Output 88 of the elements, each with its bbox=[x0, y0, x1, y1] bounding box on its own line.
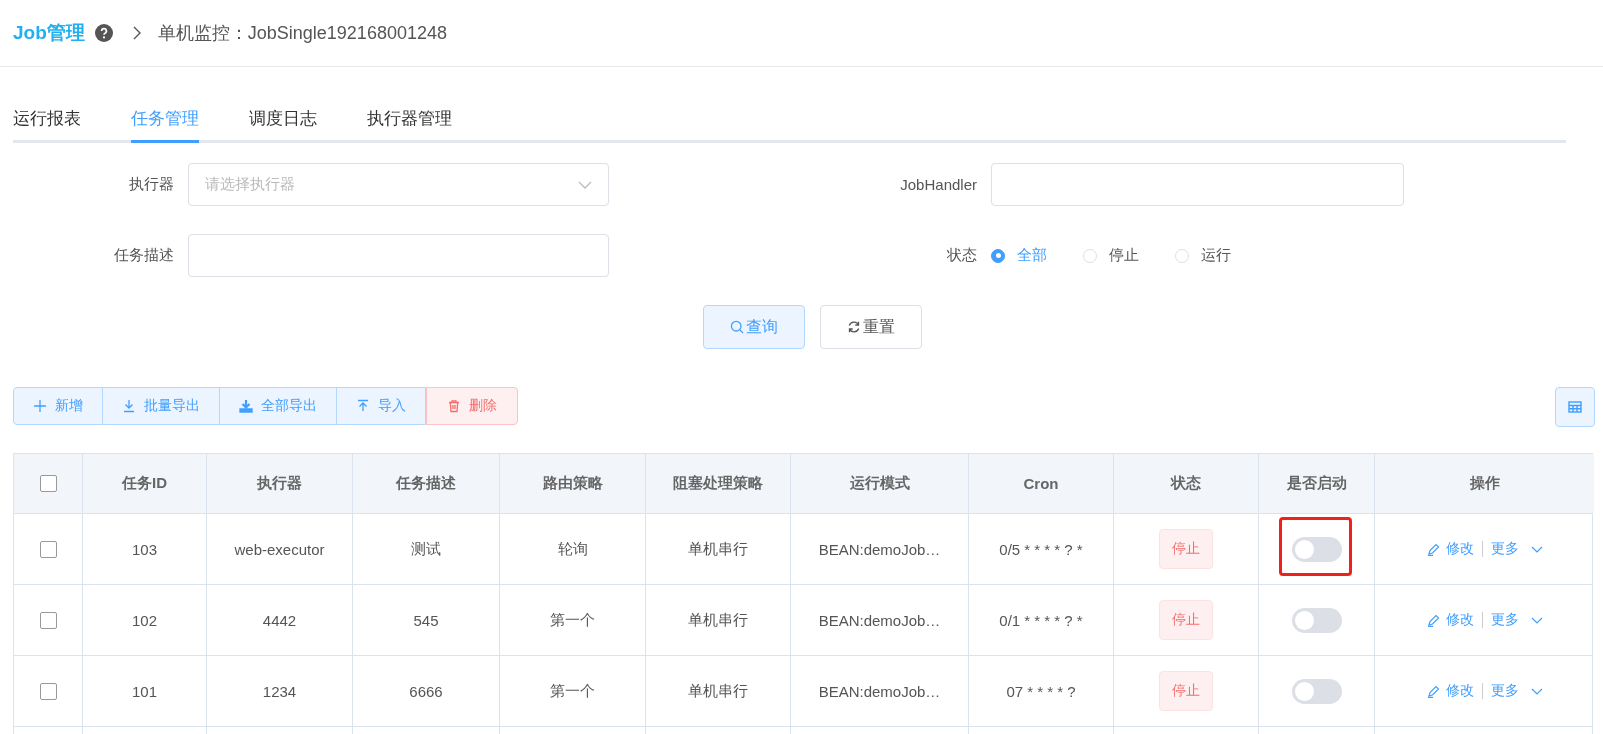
delete-button[interactable]: 删除 bbox=[426, 387, 518, 425]
field-label: 状态 bbox=[946, 246, 978, 265]
radio-option[interactable]: 运行 bbox=[1175, 246, 1231, 265]
toggle-switch[interactable] bbox=[1291, 536, 1342, 562]
table-cell: 0/5 * * * * ? * bbox=[969, 514, 1114, 584]
chevron-down-icon bbox=[1530, 545, 1543, 553]
status-tag: 停止 bbox=[1159, 671, 1213, 711]
column-header: 执行器 bbox=[207, 454, 353, 513]
search-icon bbox=[730, 320, 744, 334]
table-cell: 测试 bbox=[353, 514, 500, 584]
pencil-icon bbox=[1426, 684, 1440, 698]
plus-icon bbox=[33, 399, 47, 413]
table-cell: 轮询 bbox=[500, 514, 646, 584]
pencil-icon bbox=[1426, 613, 1440, 627]
tab[interactable]: 执行器管理 bbox=[367, 101, 452, 143]
table-cell: 102 bbox=[83, 585, 207, 655]
table-cell: 4442 bbox=[207, 585, 353, 655]
table-cell: 单机串行 bbox=[646, 656, 791, 726]
row-checkbox[interactable] bbox=[39, 682, 57, 700]
more-link[interactable]: 更多 bbox=[1490, 540, 1543, 558]
table-cell: 103 bbox=[83, 514, 207, 584]
breadcrumb-current: 单机监控：JobSingle192168001248 bbox=[157, 22, 447, 45]
upload-icon bbox=[356, 399, 370, 413]
chevron-right-icon bbox=[132, 26, 142, 40]
column-header: 任务描述 bbox=[353, 454, 500, 513]
tab[interactable]: 任务管理 bbox=[131, 101, 199, 143]
table-icon bbox=[1568, 401, 1582, 413]
executor-select[interactable]: 请选择执行器 bbox=[188, 163, 609, 206]
export-all-button[interactable]: 全部导出 bbox=[220, 387, 337, 425]
columns-button[interactable] bbox=[1555, 387, 1595, 427]
download-icon bbox=[239, 399, 253, 413]
table-cell: 1234 bbox=[207, 656, 353, 726]
table-cell: 6666 bbox=[353, 656, 500, 726]
column-header: 状态 bbox=[1114, 454, 1259, 513]
search-button[interactable]: 查询 bbox=[703, 305, 805, 349]
select-all-checkbox[interactable] bbox=[39, 475, 57, 492]
edit-link[interactable]: 修改 bbox=[1426, 682, 1474, 700]
pencil-icon bbox=[1426, 542, 1440, 556]
chevron-down-icon bbox=[1530, 687, 1543, 695]
reset-button[interactable]: 重置 bbox=[820, 305, 922, 349]
more-link[interactable]: 更多 bbox=[1490, 682, 1543, 700]
table-cell: 545 bbox=[353, 585, 500, 655]
field-label: 执行器 bbox=[128, 175, 175, 194]
table-cell: 第一个 bbox=[500, 585, 646, 655]
tab[interactable]: 运行报表 bbox=[13, 101, 81, 143]
help-icon[interactable] bbox=[94, 24, 113, 42]
edit-link[interactable]: 修改 bbox=[1426, 611, 1474, 629]
table-cell: 第一个 bbox=[500, 656, 646, 726]
page-title: Job管理 bbox=[13, 21, 85, 45]
trash-icon bbox=[447, 399, 461, 413]
status-tag: 停止 bbox=[1159, 529, 1213, 569]
row-checkbox[interactable] bbox=[39, 540, 57, 558]
column-header: Cron bbox=[969, 454, 1114, 513]
edit-link[interactable]: 修改 bbox=[1426, 540, 1474, 558]
input-field[interactable] bbox=[991, 163, 1404, 206]
chevron-down-icon bbox=[578, 180, 592, 189]
input-field[interactable] bbox=[188, 234, 609, 277]
column-header: 操作 bbox=[1375, 454, 1594, 513]
column-header: 是否启动 bbox=[1259, 454, 1375, 513]
status-tag: 停止 bbox=[1159, 600, 1213, 640]
field-label: 任务描述 bbox=[113, 246, 175, 265]
add-button[interactable]: 新增 bbox=[13, 387, 103, 425]
download-icon bbox=[122, 399, 136, 413]
table-cell: BEAN:demoJob… bbox=[791, 514, 969, 584]
table-cell: 101 bbox=[83, 656, 207, 726]
field-label: JobHandler bbox=[899, 176, 978, 193]
table-cell: BEAN:demoJob… bbox=[791, 585, 969, 655]
column-header: 路由策略 bbox=[500, 454, 646, 513]
export-button[interactable]: 批量导出 bbox=[103, 387, 220, 425]
table-cell: 单机串行 bbox=[646, 585, 791, 655]
table-cell: 0/1 * * * * ? * bbox=[969, 585, 1114, 655]
more-link[interactable]: 更多 bbox=[1490, 611, 1543, 629]
radio-option[interactable]: 全部 bbox=[991, 246, 1047, 265]
row-checkbox[interactable] bbox=[39, 611, 57, 629]
table-cell: 单机串行 bbox=[646, 514, 791, 584]
table-cell: web-executor bbox=[207, 514, 353, 584]
column-header: 运行模式 bbox=[791, 454, 969, 513]
table-cell: 07 * * * * ? bbox=[969, 656, 1114, 726]
toggle-switch[interactable] bbox=[1291, 607, 1342, 633]
import-button[interactable]: 导入 bbox=[337, 387, 426, 425]
tab[interactable]: 调度日志 bbox=[249, 101, 317, 143]
table-cell: BEAN:demoJob… bbox=[791, 656, 969, 726]
radio-option[interactable]: 停止 bbox=[1083, 246, 1139, 265]
column-header: 阻塞处理策略 bbox=[646, 454, 791, 513]
column-header: 任务ID bbox=[83, 454, 207, 513]
toggle-switch[interactable] bbox=[1291, 678, 1342, 704]
chevron-down-icon bbox=[1530, 616, 1543, 624]
refresh-icon bbox=[847, 320, 861, 334]
